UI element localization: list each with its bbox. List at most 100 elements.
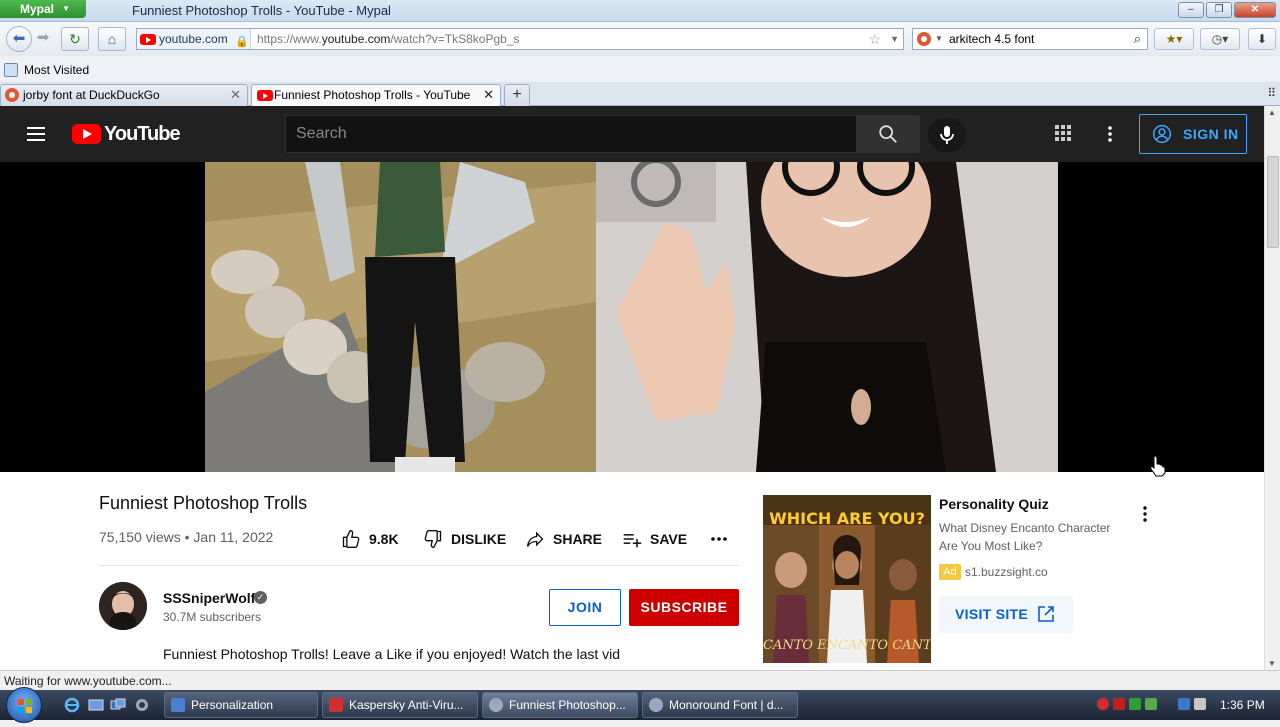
maximize-button[interactable]: ❐ — [1206, 2, 1232, 18]
ad-title[interactable]: Personality Quiz — [939, 496, 1049, 512]
page-scrollbar[interactable]: ▲ ▼ — [1264, 106, 1280, 670]
minimize-button[interactable]: – — [1178, 2, 1204, 18]
task-monoround-font[interactable]: Monoround Font | d... — [642, 692, 798, 718]
forward-button[interactable]: ➡ — [32, 26, 54, 52]
bookmarks-toolbar: Most Visited — [0, 58, 1280, 82]
youtube-logo-text: YouTube — [104, 123, 181, 145]
kaspersky-tray-icon[interactable] — [1097, 698, 1109, 710]
tab-duckduckgo[interactable]: jorby font at DuckDuckGo ✕ — [0, 84, 248, 106]
join-button[interactable]: JOIN — [549, 589, 621, 626]
scroll-down-arrow-icon[interactable]: ▼ — [1268, 659, 1276, 668]
taskbar-clock[interactable]: 1:36 PM — [1220, 690, 1265, 720]
scrollbar-thumb[interactable] — [1267, 156, 1279, 248]
network-status-tray-icon[interactable] — [1145, 698, 1157, 710]
more-actions-button[interactable] — [709, 526, 737, 552]
url-bar[interactable]: youtube.com 🔒 https://www.youtube.com/wa… — [136, 28, 904, 50]
task-kaspersky[interactable]: Kaspersky Anti-Viru... — [322, 692, 478, 718]
ad-thumbnail[interactable]: WHICH ARE YOU? CANTO ENCANTO CANTO — [763, 495, 931, 663]
bookmark-star-icon[interactable]: ☆ — [868, 29, 881, 49]
back-arrow-icon: ⬅ — [12, 30, 26, 47]
task-mypal-youtube[interactable]: Funniest Photoshop... — [482, 692, 638, 718]
site-identity[interactable]: youtube.com 🔒 — [137, 29, 251, 49]
playlist-add-icon — [623, 534, 642, 548]
navigation-toolbar: ⬅ ➡ ↻ ⌂ youtube.com 🔒 https://www.youtub… — [0, 22, 1280, 56]
save-button[interactable]: SAVE — [622, 526, 687, 552]
kaspersky-update-tray-icon[interactable] — [1113, 698, 1125, 710]
subscriber-count: 30.7M subscribers — [163, 610, 262, 624]
url-text[interactable]: https://www.youtube.com/watch?v=TkS8koPg… — [257, 29, 519, 49]
video-description[interactable]: Funniest Photoshop Trolls! Leave a Like … — [163, 646, 620, 662]
video-frame-right — [596, 162, 1058, 472]
start-button[interactable] — [6, 687, 42, 723]
ad-badge: Ad — [939, 564, 961, 580]
internet-explorer-icon[interactable] — [64, 697, 80, 713]
search-bar[interactable]: ▼ arkitech 4.5 font ⌕ — [912, 28, 1148, 50]
security-tray-icon[interactable] — [1129, 698, 1141, 710]
search-engine-dropdown-icon[interactable]: ▼ — [935, 29, 943, 49]
download-icon[interactable]: ⬇ — [1248, 28, 1276, 50]
tab-youtube[interactable]: Funniest Photoshop Trolls - YouTube ✕ — [251, 84, 501, 106]
history-icon[interactable]: ◷▾ — [1200, 28, 1240, 50]
sign-in-button[interactable]: SIGN IN — [1139, 114, 1247, 154]
apps-grid-icon[interactable] — [1054, 124, 1074, 144]
reload-icon: ↻ — [69, 31, 81, 47]
channel-avatar[interactable] — [99, 582, 147, 630]
window-titlebar: Mypal ▼ Funniest Photoshop Trolls - YouTu… — [0, 0, 1280, 22]
menu-icon[interactable] — [27, 127, 45, 141]
ad-more-vert-icon[interactable] — [1137, 504, 1153, 524]
url-dropdown-icon[interactable]: ▼ — [890, 29, 899, 49]
dislike-button[interactable]: DISLIKE — [423, 526, 506, 552]
task-label: Personalization — [191, 698, 274, 712]
show-desktop-icon[interactable] — [88, 697, 104, 713]
window-title: Funniest Photoshop Trolls - YouTube - My… — [132, 3, 391, 18]
duckduckgo-icon[interactable] — [917, 32, 931, 46]
bookmarks-menu-icon[interactable]: ★▾ — [1154, 28, 1194, 50]
url-prefix: https://www. — [257, 32, 322, 46]
search-icon[interactable]: ⌕ — [1134, 29, 1141, 49]
visit-site-button[interactable]: VISIT SITE — [939, 596, 1073, 633]
youtube-search-button[interactable] — [856, 115, 920, 153]
dislike-label: DISLIKE — [451, 531, 507, 547]
like-button[interactable]: 9.8K — [341, 526, 399, 552]
voice-search-button[interactable] — [928, 118, 966, 152]
divider — [99, 565, 739, 566]
microphone-icon — [940, 126, 954, 144]
youtube-play-icon — [72, 124, 101, 144]
reload-button[interactable]: ↻ — [61, 27, 89, 51]
app-menu-button[interactable]: Mypal ▼ — [0, 0, 86, 18]
verified-check-icon: ✓ — [254, 591, 267, 604]
task-label: Monoround Font | d... — [669, 698, 784, 712]
duckduckgo-favicon-icon — [5, 88, 19, 102]
home-button[interactable]: ⌂ — [98, 27, 126, 51]
task-label: Kaspersky Anti-Viru... — [349, 698, 464, 712]
subscribe-button[interactable]: SUBSCRIBE — [629, 589, 739, 626]
video-title: Funniest Photoshop Trolls — [99, 493, 308, 513]
channel-name[interactable]: SSSniperWolf — [163, 590, 255, 606]
share-button[interactable]: SHARE — [525, 526, 602, 552]
volume-muted-icon[interactable] — [1194, 698, 1206, 710]
youtube-search-input[interactable]: Search — [285, 115, 857, 153]
network-tray-icon[interactable] — [1178, 698, 1190, 710]
scroll-up-arrow-icon[interactable]: ▲ — [1268, 108, 1276, 117]
search-input[interactable]: arkitech 4.5 font — [949, 29, 1034, 49]
tab-close-icon[interactable]: ✕ — [230, 85, 241, 105]
mypal-icon — [489, 698, 503, 712]
back-button[interactable]: ⬅ — [6, 26, 32, 52]
mypal-icon — [649, 698, 663, 712]
page-content: YouTube Search SIGN IN Funniest Photosho… — [0, 106, 1264, 670]
video-frame-left — [205, 162, 596, 472]
bookmark-most-visited[interactable]: Most Visited — [4, 62, 89, 78]
tab-close-icon[interactable]: ✕ — [483, 85, 494, 105]
browser-quicklaunch-icon[interactable] — [134, 697, 150, 713]
switch-windows-icon[interactable] — [110, 697, 126, 713]
more-vert-icon[interactable] — [1100, 124, 1120, 144]
task-personalization[interactable]: Personalization — [164, 692, 318, 718]
new-tab-button[interactable]: + — [504, 84, 530, 106]
video-player[interactable] — [0, 162, 1264, 472]
like-count: 9.8K — [369, 531, 399, 547]
tab-label: jorby font at DuckDuckGo — [23, 88, 160, 102]
save-label: SAVE — [650, 531, 688, 547]
tab-list-icon[interactable]: ⠿ — [1267, 86, 1276, 100]
ad-thumbnail-footer: CANTO ENCANTO CANTO — [763, 638, 931, 653]
close-button[interactable]: ✕ — [1234, 2, 1276, 18]
